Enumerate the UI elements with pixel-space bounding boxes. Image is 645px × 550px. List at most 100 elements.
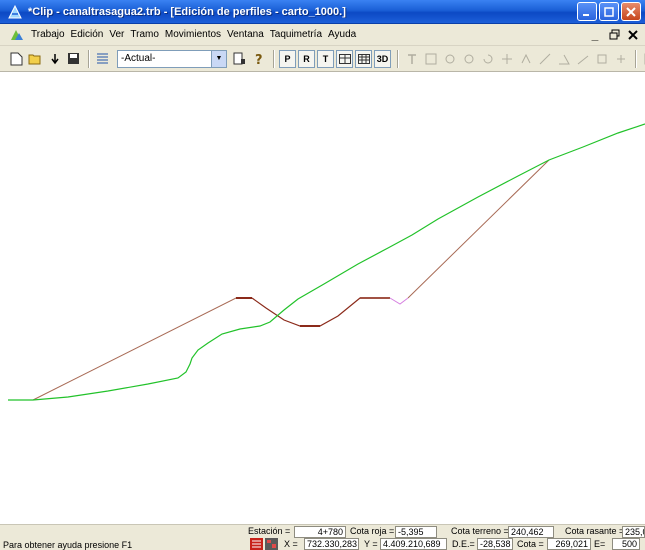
new-file-button[interactable] xyxy=(8,50,25,68)
tool-slope-button[interactable] xyxy=(574,50,591,68)
profile-select[interactable]: -Actual- ▼ xyxy=(117,49,227,68)
zoom-in-icon xyxy=(445,54,454,63)
cota-field: 269,021 xyxy=(547,538,591,550)
save-icon xyxy=(68,53,79,64)
toolbar-separator xyxy=(397,49,399,68)
rotate-icon xyxy=(483,54,492,63)
profile-p-button[interactable]: P xyxy=(279,49,296,68)
estacion-field: 4+780 xyxy=(294,526,346,538)
tool-rotate-button[interactable] xyxy=(479,50,496,68)
tool-pan-button[interactable] xyxy=(517,50,534,68)
text-tool-icon xyxy=(407,53,416,64)
cota-rasante-label: Cota rasante = xyxy=(565,526,625,536)
tool-measure-button[interactable] xyxy=(536,50,553,68)
slope-icon xyxy=(577,55,588,64)
grid-view-icon[interactable] xyxy=(265,538,278,550)
menu-ver[interactable]: Ver xyxy=(106,29,127,40)
open-button[interactable] xyxy=(27,50,44,68)
clip-app-icon[interactable] xyxy=(8,4,22,19)
tool-move-button[interactable] xyxy=(498,50,515,68)
tool-zoom-extent-button[interactable] xyxy=(422,50,439,68)
mdi-close-button[interactable] xyxy=(625,27,641,43)
insert-icon xyxy=(616,54,625,63)
cota-roja-field: -5,395 xyxy=(395,526,437,538)
e-field[interactable]: 500 xyxy=(612,538,640,550)
toolbar-separator xyxy=(273,49,275,68)
question-icon: ? xyxy=(255,53,263,66)
title-bar: *Clip - canaltrasagua2.trb - [Edición de… xyxy=(0,0,645,24)
list-icon xyxy=(97,53,108,64)
menu-movimientos[interactable]: Movimientos xyxy=(162,29,224,40)
menu-taquimetria[interactable]: Taquimetría xyxy=(267,29,325,40)
menu-edicion[interactable]: Edición xyxy=(68,29,107,40)
x-field: 732.330,283 xyxy=(304,538,359,550)
section-right-slope xyxy=(407,159,550,299)
svg-text:?: ? xyxy=(255,53,263,66)
new-file-icon xyxy=(10,52,23,65)
menu-trabajo[interactable]: Trabajo xyxy=(28,29,68,40)
tool-zoom-out-button[interactable] xyxy=(460,50,477,68)
de-field: -28,538 xyxy=(477,538,513,550)
menu-ventana[interactable]: Ventana xyxy=(224,29,267,40)
toolbar: -Actual- ▼ ? P R T 3D xyxy=(0,46,645,72)
chevron-down-icon[interactable]: ▼ xyxy=(211,50,226,67)
minimize-button[interactable] xyxy=(577,2,597,21)
angle-icon xyxy=(558,54,570,64)
y-field: 4.409.210,689 xyxy=(380,538,447,550)
tool-zoom-in-button[interactable] xyxy=(441,50,458,68)
close-button[interactable] xyxy=(621,2,641,21)
toolbar-separator xyxy=(88,49,90,68)
minimize-icon xyxy=(583,13,589,16)
mdi-minimize-button[interactable]: _ xyxy=(587,27,603,43)
help-button[interactable]: ? xyxy=(250,50,267,68)
grid-button[interactable] xyxy=(336,49,353,68)
profile-select-value: -Actual- xyxy=(121,53,156,64)
tool-t-button[interactable] xyxy=(403,50,420,68)
mdi-restore-button[interactable] xyxy=(606,27,622,43)
profile-t-button[interactable]: T xyxy=(317,49,334,68)
tool-insert-button[interactable] xyxy=(612,50,629,68)
profile-r-button[interactable]: R xyxy=(298,49,315,68)
download-button[interactable] xyxy=(46,50,63,68)
measure-icon xyxy=(539,53,550,64)
layer-icon[interactable] xyxy=(250,538,263,550)
close-icon xyxy=(628,29,638,40)
terrain-profile xyxy=(8,123,645,401)
move-icon xyxy=(501,53,512,64)
restore-button[interactable] xyxy=(599,2,619,21)
folder-open-icon xyxy=(28,54,41,65)
document-icon[interactable] xyxy=(10,28,24,42)
save-button[interactable] xyxy=(65,50,82,68)
estacion-label: Estación = xyxy=(248,526,291,536)
help-text: Para obtener ayuda presione F1 xyxy=(3,540,133,550)
de-label: D.E.= xyxy=(452,539,475,549)
frame-icon xyxy=(597,54,606,63)
menu-ayuda[interactable]: Ayuda xyxy=(325,29,359,40)
cota-roja-label: Cota roja = xyxy=(350,526,395,536)
zoom-extent-icon xyxy=(425,53,436,64)
menu-tramo[interactable]: Tramo xyxy=(127,29,162,40)
close-icon xyxy=(626,6,636,17)
section-channel xyxy=(251,297,390,327)
tool-angle-button[interactable] xyxy=(555,50,572,68)
properties-button[interactable] xyxy=(231,50,248,68)
window-title: *Clip - canaltrasagua2.trb - [Edición de… xyxy=(28,5,346,18)
zoom-out-icon xyxy=(464,54,473,63)
restore-icon xyxy=(604,6,614,17)
status-bar: Para obtener ayuda presione F1 Estación … xyxy=(0,524,645,550)
e-label: E= xyxy=(594,539,606,549)
view-3d-button[interactable]: 3D xyxy=(374,49,391,68)
tool-frame-button[interactable] xyxy=(593,50,610,68)
list-button[interactable] xyxy=(94,50,111,68)
tool-extra-button[interactable] xyxy=(641,50,645,68)
cota-terreno-label: Cota terreno = xyxy=(451,526,509,536)
profile-canvas[interactable] xyxy=(8,72,645,524)
table-button[interactable] xyxy=(355,49,372,68)
y-label: Y = xyxy=(364,539,378,549)
cota-label: Cota = xyxy=(517,539,544,549)
section-highlight xyxy=(389,297,409,305)
menu-bar: Trabajo Edición Ver Tramo Movimientos Ve… xyxy=(0,24,645,46)
grid-icon xyxy=(357,53,370,64)
pan-icon xyxy=(521,53,530,63)
restore-icon xyxy=(609,29,619,40)
